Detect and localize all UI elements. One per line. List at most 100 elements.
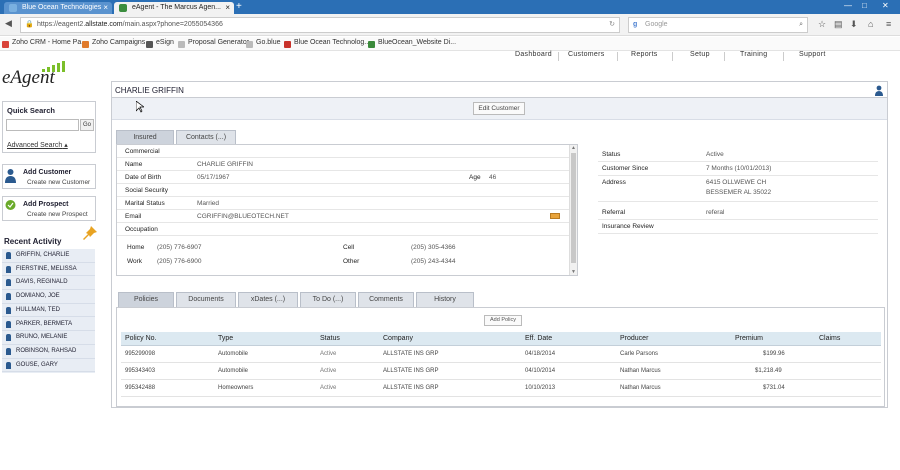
column-header[interactable]: Company xyxy=(383,335,413,342)
close-icon[interactable]: × xyxy=(225,2,230,14)
name-label: Name xyxy=(125,161,143,168)
bookmark-item[interactable]: BlueOcean_Website Di... xyxy=(368,39,456,48)
bookmark-item[interactable]: Zoho Campaigns xyxy=(82,39,145,48)
table-row[interactable]: 995299098 Automobile Active ALLSTATE INS… xyxy=(121,346,881,363)
email-label: Email xyxy=(125,213,142,220)
dob-value: 05/17/1967 xyxy=(197,174,230,181)
column-header[interactable]: Claims xyxy=(819,335,840,342)
recent-item[interactable]: FIERSTINE, MELISSA xyxy=(2,263,95,277)
email-value[interactable]: CGRIFFIN@BLUEOTECH.NET xyxy=(197,213,289,220)
email-icon[interactable] xyxy=(550,213,560,219)
nav-setup[interactable]: Setup xyxy=(690,51,710,58)
search-icon[interactable]: ⌕ xyxy=(799,18,803,32)
tab-insured[interactable]: Insured xyxy=(116,130,174,145)
nav-support[interactable]: Support xyxy=(799,51,826,58)
table-row[interactable]: 995343403 Automobile Active ALLSTATE INS… xyxy=(121,363,881,380)
nav-training[interactable]: Training xyxy=(740,51,767,58)
age-value: 46 xyxy=(489,174,497,181)
column-header[interactable]: Producer xyxy=(620,335,648,342)
policy-premium: $1,218.49 xyxy=(755,368,782,374)
star-icon[interactable]: ☆ xyxy=(818,19,826,30)
minimize-icon[interactable]: — xyxy=(844,1,852,10)
url-bar[interactable]: 🔒 https://eagent2.allstate.com/main.aspx… xyxy=(20,17,620,33)
customer-name-title: CHARLIE GRIFFIN xyxy=(115,86,184,95)
bookmark-item[interactable]: Proposal Generator xyxy=(178,39,249,48)
details-scrollbar[interactable]: ▲ ▼ xyxy=(569,145,577,275)
policies-panel: Add Policy Policy No. Type Status Compan… xyxy=(116,307,885,407)
browser-tab-1[interactable]: Blue Ocean Technologies × xyxy=(4,2,112,14)
new-tab-icon[interactable]: + xyxy=(236,1,242,12)
address-line1: 6415 OLLWEWE CH xyxy=(706,179,767,186)
user-icon xyxy=(6,265,11,273)
column-header[interactable]: Status xyxy=(320,335,340,342)
tab-documents[interactable]: Documents xyxy=(176,292,236,307)
bookmark-item[interactable]: Go.blue xyxy=(246,39,281,48)
maximize-icon[interactable]: □ xyxy=(862,1,867,10)
other-label: Other xyxy=(343,258,360,265)
bookmark-item[interactable]: eSign xyxy=(146,39,174,48)
tab-comments[interactable]: Comments xyxy=(358,292,414,307)
pin-icon[interactable] xyxy=(82,225,98,241)
refresh-icon[interactable]: ↻ xyxy=(609,18,615,32)
recent-item-label: DOMIANO, JOE xyxy=(16,293,60,300)
edit-customer-button[interactable]: Edit Customer xyxy=(473,102,525,115)
scroll-thumb[interactable] xyxy=(571,153,576,263)
back-icon[interactable]: ◀ xyxy=(5,18,12,29)
close-icon[interactable]: × xyxy=(103,2,108,14)
advanced-search-link[interactable]: Advanced Search ▴ xyxy=(7,141,68,149)
nav-reports[interactable]: Reports xyxy=(631,51,658,58)
tab-policies[interactable]: Policies xyxy=(118,292,174,307)
add-prospect-panel[interactable]: Add Prospect Create new Prospect xyxy=(2,196,96,221)
since-label: Customer Since xyxy=(602,165,649,172)
policies-table-header: Policy No. Type Status Company Eff. Date… xyxy=(121,332,881,346)
policy-status: Active xyxy=(320,385,337,391)
tab-todo[interactable]: To Do (...) xyxy=(300,292,356,307)
tab-xdates[interactable]: xDates (...) xyxy=(238,292,298,307)
policy-no[interactable]: 995342488 xyxy=(125,385,155,391)
user-icon[interactable] xyxy=(875,85,883,96)
column-header[interactable]: Type xyxy=(218,335,233,342)
detail-row: Email CGRIFFIN@BLUEOTECH.NET xyxy=(117,210,569,223)
home-icon[interactable]: ⌂ xyxy=(868,19,873,29)
browser-nav-bar: ◀ 🔒 https://eagent2.allstate.com/main.as… xyxy=(0,14,900,36)
column-header[interactable]: Eff. Date xyxy=(525,335,552,342)
menu-icon[interactable]: ≡ xyxy=(886,19,891,29)
add-policy-button[interactable]: Add Policy xyxy=(484,315,522,326)
scroll-up-icon[interactable]: ▲ xyxy=(571,145,576,151)
status-value: Active xyxy=(706,151,724,158)
search-placeholder: Google xyxy=(645,21,668,28)
nav-customers[interactable]: Customers xyxy=(568,51,605,58)
download-icon[interactable]: ⬇ xyxy=(850,19,858,30)
scroll-down-icon[interactable]: ▼ xyxy=(571,269,576,275)
recent-item[interactable]: ROBINSON, RAHSAD xyxy=(2,345,95,359)
recent-item[interactable]: DOMIANO, JOE xyxy=(2,290,95,304)
column-header[interactable]: Policy No. xyxy=(125,335,157,342)
close-window-icon[interactable]: ✕ xyxy=(882,1,889,10)
tab-history[interactable]: History xyxy=(416,292,474,307)
recent-item[interactable]: DAVIS, REGINALD xyxy=(2,276,95,291)
go-button[interactable]: Go xyxy=(80,119,94,131)
recent-item[interactable]: HULLMAN, TED xyxy=(2,304,95,318)
cell-label: Cell xyxy=(343,244,355,251)
bookmark-item[interactable]: Zoho CRM - Home Pa... xyxy=(2,39,87,48)
recent-item[interactable]: GOUSE, GARY xyxy=(2,359,95,373)
recent-activity-title: Recent Activity xyxy=(4,237,62,246)
policy-no[interactable]: 995299098 xyxy=(125,351,155,357)
bookmark-item[interactable]: Blue Ocean Technolog... xyxy=(284,39,371,48)
recent-item[interactable]: PARKER, BERMETA xyxy=(2,318,95,332)
nav-dashboard[interactable]: Dashboard xyxy=(515,51,552,58)
tab-contacts[interactable]: Contacts (...) xyxy=(176,130,236,145)
quick-search-input[interactable] xyxy=(6,119,79,131)
table-row[interactable]: 995342488 Homeowners Active ALLSTATE INS… xyxy=(121,380,881,397)
browser-tab-2[interactable]: eAgent - The Marcus Agen... × xyxy=(114,2,234,14)
detail-row: Date of Birth 05/17/1967 Age 46 xyxy=(117,171,569,184)
column-header[interactable]: Premium xyxy=(735,335,763,342)
add-customer-panel[interactable]: Add Customer Create new Customer xyxy=(2,164,96,189)
eagent-logo[interactable]: eAgent xyxy=(2,58,82,88)
recent-item[interactable]: BRUNO, MELANIE xyxy=(2,331,95,345)
reading-list-icon[interactable]: ▤ xyxy=(834,19,843,30)
policy-no[interactable]: 995343403 xyxy=(125,368,155,374)
recent-item[interactable]: GRIFFIN, CHARLIE xyxy=(2,249,95,263)
search-input[interactable]: g Google ⌕ xyxy=(628,17,808,33)
bookmark-label: Blue Ocean Technolog... xyxy=(294,39,371,46)
